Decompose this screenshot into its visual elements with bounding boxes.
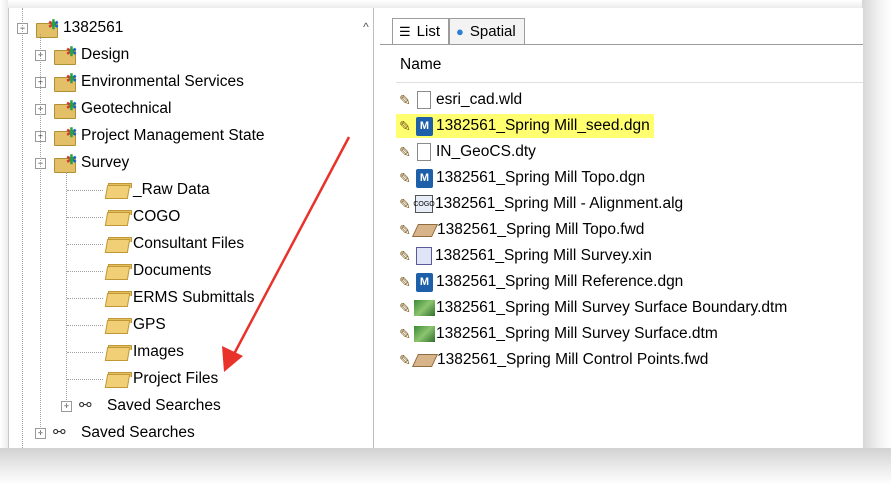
arrow-shaft	[232, 136, 351, 355]
annotation-arrow	[222, 136, 351, 372]
arrow-head	[222, 346, 243, 372]
